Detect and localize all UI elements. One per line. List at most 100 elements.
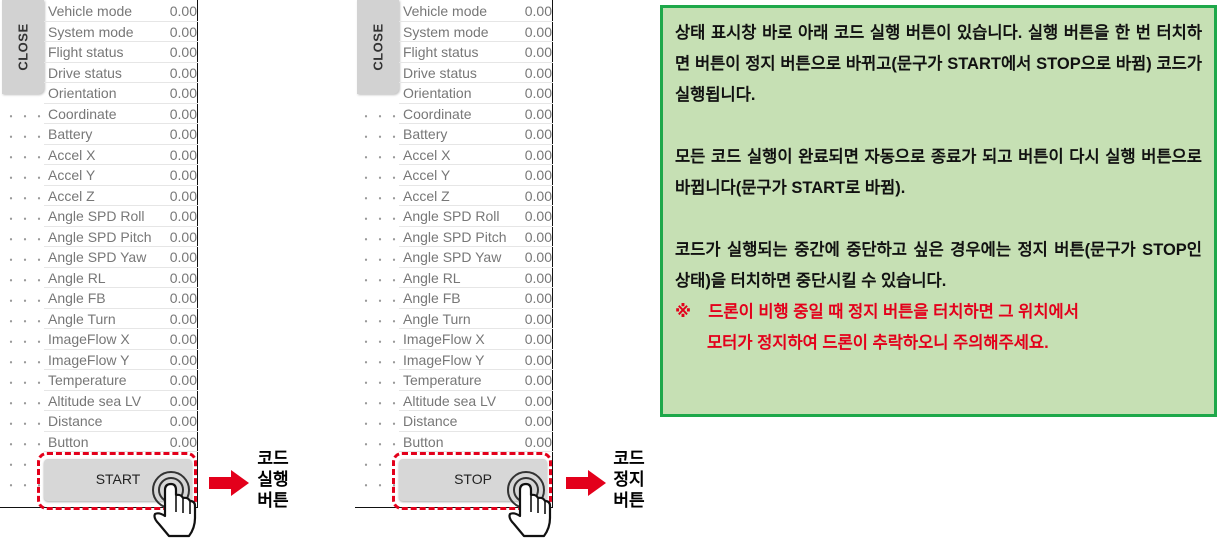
sensor-row: Altitude sea LV 0.00 [399,391,553,411]
sensor-value: 0.00 [169,413,197,429]
callout-stop-line: 코드 [613,449,645,468]
sensor-value: 0.00 [524,3,552,19]
sensor-label: Battery [48,126,93,142]
sensor-row: Vehicle mode 0.00 [399,1,553,22]
sensor-label: Angle FB [48,290,106,306]
sensor-row: Altitude sea LV 0.00 [44,391,198,411]
sensor-label: Flight status [403,44,479,60]
callout-start-line: 버튼 [257,491,289,510]
sensor-row: ImageFlow X 0.00 [44,329,198,350]
sensor-value: 0.00 [524,331,552,347]
callout-start: 코드 실행 버튼 [250,448,296,511]
sensor-value: 0.00 [169,249,197,265]
sensor-value: 0.00 [524,105,552,122]
sensor-label: ImageFlow X [403,331,485,347]
sensor-label: Angle SPD Roll [403,208,500,224]
callout-stop: 코드 정지 버튼 [606,448,652,511]
sensor-label: Angle FB [403,290,461,306]
sensor-row: ImageFlow X 0.00 [399,329,553,350]
sensor-value: 0.00 [169,23,197,40]
sensor-row: Angle Turn 0.00 [44,309,198,329]
sensor-label: Temperature [403,372,482,388]
close-button[interactable]: CLOSE [357,0,399,94]
app-panel-stop-state: CLOSE Vehicle mode 0.00 System mode 0.00 Fli… [355,0,553,508]
sensor-value: 0.00 [524,146,552,163]
sensor-row: ImageFlow Y 0.00 [399,350,553,370]
sensor-row: Accel X 0.00 [399,145,553,165]
app-panel-start-state: CLOSE Vehicle mode 0.00 System mode 0.00 Fli… [0,0,198,508]
sensor-value: 0.00 [169,433,197,450]
sensor-row: Angle SPD Yaw 0.00 [399,247,553,268]
sensor-row: Distance 0.00 [399,411,553,432]
sensor-value: 0.00 [169,64,197,81]
callout-stop-line: 버튼 [613,491,645,510]
warning-text-1: 드론이 비행 중일 때 정지 버튼을 터치하면 그 위치에서 [708,303,1079,321]
sensor-row: Angle SPD Pitch 0.00 [44,227,198,247]
sensor-value: 0.00 [169,85,197,101]
note-paragraph-complete: 모든 코드 실행이 완료되면 자동으로 종료가 되고 버튼이 다시 실행 버튼으… [675,148,1202,197]
arrow-right-icon [209,470,249,496]
sensor-label: System mode [403,23,489,40]
sensor-label: ImageFlow X [48,331,130,347]
sensor-value: 0.00 [524,167,552,183]
sensor-value: 0.00 [524,187,552,204]
sensor-row: Angle RL 0.00 [44,268,198,288]
sensor-value: 0.00 [524,85,552,101]
sensor-row: Vehicle mode 0.00 [44,1,198,22]
sensor-value: 0.00 [169,269,197,286]
touch-hand-icon [507,471,552,538]
sensor-row: Coordinate 0.00 [44,104,198,124]
sensor-label: Altitude sea LV [48,392,142,409]
sensor-value: 0.00 [169,126,197,142]
sensor-row: Accel Y 0.00 [399,165,553,186]
sensor-label: Coordinate [48,105,117,122]
touch-hand-icon [152,471,197,538]
sensor-row: Angle FB 0.00 [44,288,198,309]
dot-grid-decoration [355,100,399,490]
sensor-row: Accel Z 0.00 [44,186,198,206]
sensor-row: Flight status 0.00 [399,42,553,63]
sensor-row: Angle Turn 0.00 [399,309,553,329]
sensor-value: 0.00 [524,228,552,245]
sensor-value: 0.00 [169,228,197,245]
note-paragraph-run: 상태 표시창 바로 아래 코드 실행 버튼이 있습니다. 실행 버튼을 한 번 … [675,24,1202,104]
sensor-label: Distance [48,413,103,429]
sensor-label: Angle SPD Yaw [48,249,147,265]
sensor-label: Angle Turn [48,310,116,327]
warning-symbol: ※ [675,303,692,321]
sensor-label: Accel Y [403,167,451,183]
sensor-label: Angle RL [48,269,106,286]
sensor-row: Accel X 0.00 [44,145,198,165]
sensor-label: Vehicle mode [403,3,488,19]
callout-stop-line: 정지 [613,470,645,489]
sensor-value: 0.00 [169,372,197,388]
note-paragraph-stop: 코드가 실행되는 중간에 중단하고 싶은 경우에는 정지 버튼(문구가 STOP… [675,241,1202,290]
sensor-value: 0.00 [524,269,552,286]
sensor-value: 0.00 [524,433,552,450]
sensor-list: Vehicle mode 0.00 System mode 0.00 Flight st… [399,1,553,452]
sensor-value: 0.00 [169,208,197,224]
sensor-label: Temperature [48,372,127,388]
sensor-value: 0.00 [524,23,552,40]
sensor-value: 0.00 [169,351,197,368]
sensor-value: 0.00 [169,331,197,347]
sensor-label: Drive status [403,64,477,81]
sensor-label: Angle SPD Pitch [48,228,152,245]
sensor-label: Angle Turn [403,310,471,327]
sensor-label: ImageFlow Y [48,351,130,368]
sensor-label: Angle SPD Yaw [403,249,502,265]
sensor-label: Orientation [48,85,117,101]
close-button[interactable]: CLOSE [2,0,44,94]
sensor-row: Drive status 0.00 [399,63,553,83]
sensor-row: Coordinate 0.00 [399,104,553,124]
sensor-row: Angle SPD Roll 0.00 [399,206,553,227]
sensor-label: Accel X [48,146,96,163]
sensor-row: Angle SPD Yaw 0.00 [44,247,198,268]
sensor-row: ImageFlow Y 0.00 [44,350,198,370]
sensor-label: Accel Z [48,187,95,204]
sensor-row: Drive status 0.00 [44,63,198,83]
sensor-value: 0.00 [169,44,197,60]
sensor-label: ImageFlow Y [403,351,485,368]
sensor-row: System mode 0.00 [399,22,553,42]
sensor-label: Angle SPD Roll [48,208,145,224]
